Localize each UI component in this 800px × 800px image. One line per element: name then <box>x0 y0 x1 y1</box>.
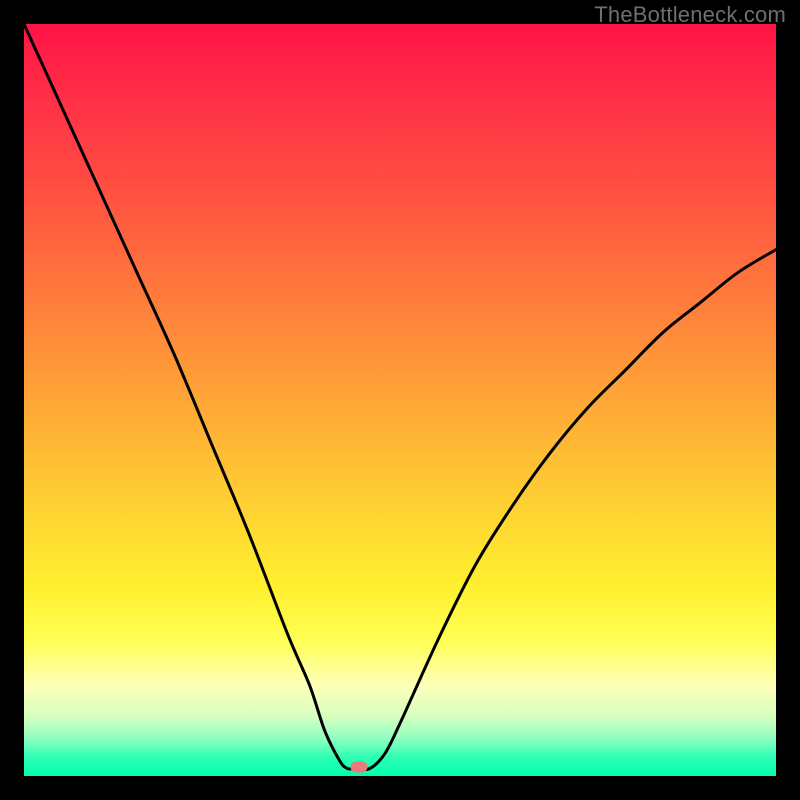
minimum-marker <box>350 761 367 772</box>
bottleneck-curve-path <box>24 24 776 770</box>
watermark-text: TheBottleneck.com <box>594 2 786 28</box>
curve-svg <box>24 24 776 776</box>
chart-frame: TheBottleneck.com <box>0 0 800 800</box>
plot-area <box>24 24 776 776</box>
